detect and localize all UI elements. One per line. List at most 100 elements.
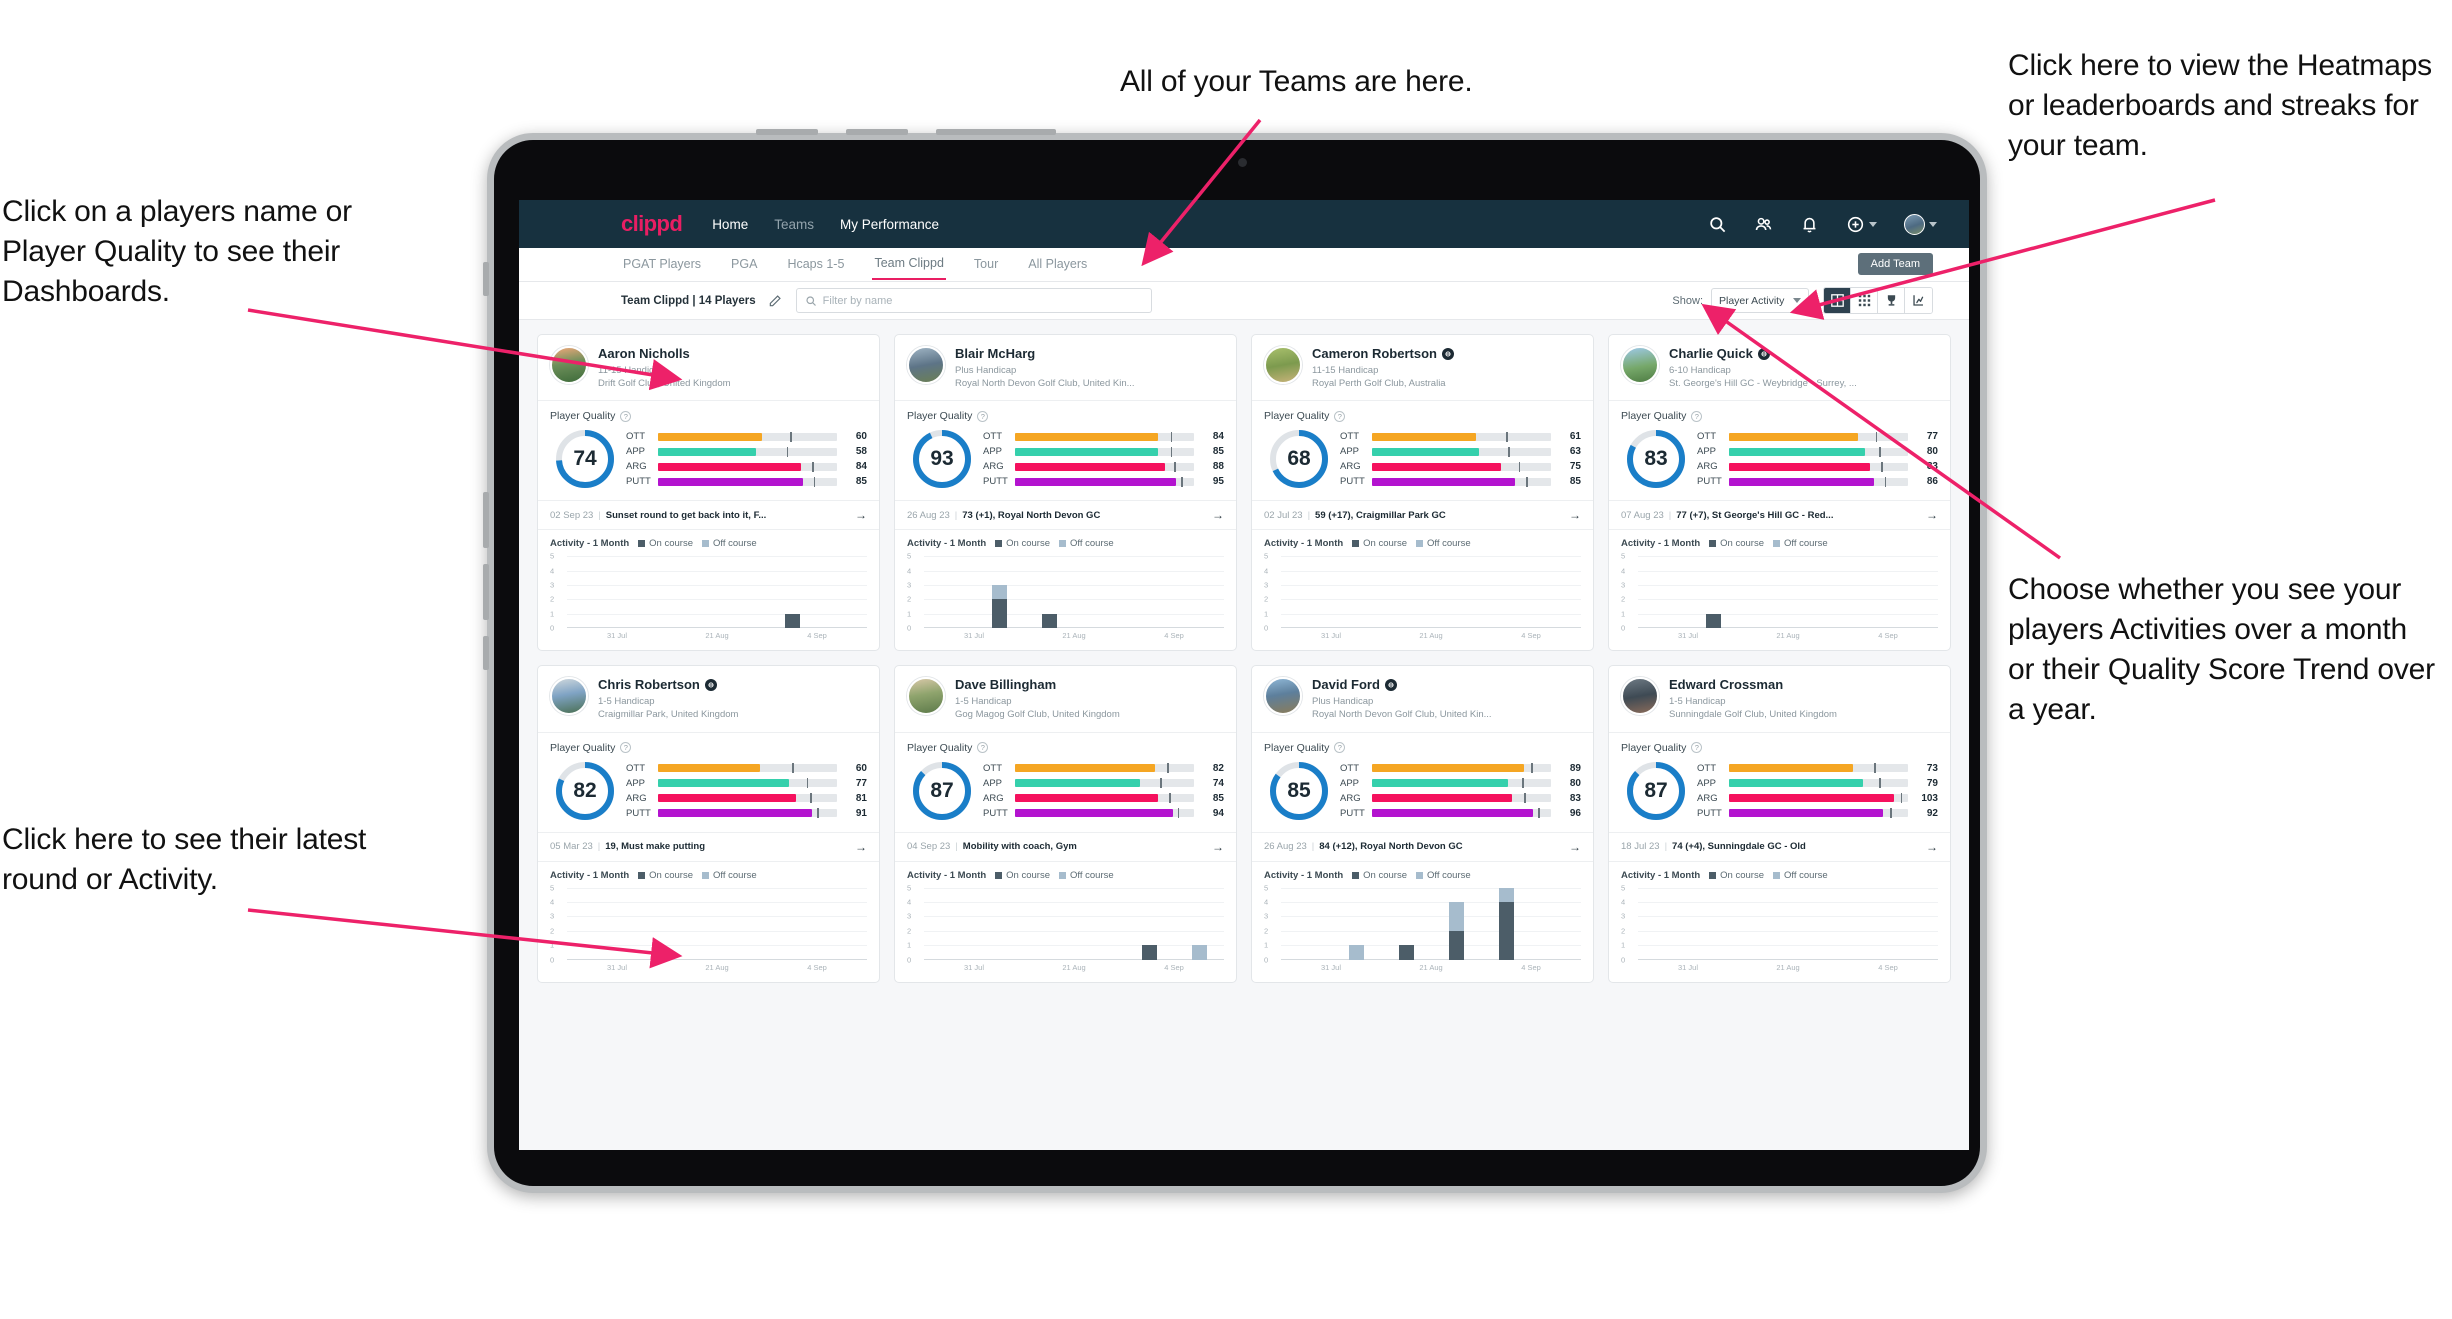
search-input[interactable] (822, 294, 1151, 307)
player-quality-section[interactable]: Player Quality? 87 OTT 82 APP 74 ARG 85 PUTT 94 (895, 733, 1236, 832)
player-card[interactable]: Charlie Quick 6-10 Handicap St. George's H… (1608, 334, 1951, 652)
player-quality-section[interactable]: Player Quality? 68 OTT 61 APP 63 ARG 75 PUTT 85 (1252, 401, 1593, 500)
quality-score-ring[interactable]: 82 (554, 760, 616, 822)
quality-score-ring[interactable]: 83 (1625, 428, 1687, 490)
tab-tour[interactable]: Tour (972, 250, 1000, 279)
clippd-logo[interactable]: clippd (621, 211, 683, 237)
latest-round-row[interactable]: 07 Aug 23 | 77 (+7), St George's Hill GC -… (1609, 500, 1950, 531)
plus-circle-icon[interactable] (1846, 215, 1865, 234)
player-name[interactable]: Dave Billingham (955, 677, 1120, 693)
arrow-right-icon[interactable]: → (1561, 840, 1581, 854)
player-card-header[interactable]: Chris Robertson 1-5 Handicap Craigmillar P… (538, 666, 879, 733)
help-icon[interactable]: ? (620, 742, 632, 754)
player-card[interactable]: Edward Crossman 1-5 Handicap Sunningdale G… (1608, 665, 1951, 983)
legend-swatch-off (1773, 871, 1780, 879)
player-card-header[interactable]: Blair McHarg Plus Handicap Royal North Dev… (895, 335, 1236, 402)
player-card-header[interactable]: Edward Crossman 1-5 Handicap Sunningdale G… (1609, 666, 1950, 733)
tab-pgat-players[interactable]: PGAT Players (621, 250, 703, 279)
arrow-right-icon[interactable]: → (847, 508, 867, 522)
player-card[interactable]: Dave Billingham 1-5 Handicap Gog Magog Gol… (894, 665, 1237, 983)
player-name[interactable]: David Ford (1312, 677, 1492, 693)
grid-view-icon[interactable] (1851, 288, 1878, 313)
help-icon[interactable]: ? (1334, 742, 1346, 754)
tab-all-players[interactable]: All Players (1026, 250, 1089, 279)
search-icon[interactable] (1708, 215, 1727, 234)
nav-link-teams[interactable]: Teams (774, 217, 814, 232)
help-icon[interactable]: ? (620, 410, 632, 422)
search-field[interactable] (795, 288, 1152, 313)
player-card-header[interactable]: Aaron Nicholls 11-15 Handicap Drift Golf C… (538, 335, 879, 402)
latest-round-row[interactable]: 02 Sep 23 | Sunset round to get back into … (538, 500, 879, 531)
latest-round-row[interactable]: 02 Jul 23 | 59 (+17), Craigmillar Park GC → (1252, 500, 1593, 531)
player-name[interactable]: Aaron Nicholls (598, 346, 731, 362)
people-icon[interactable] (1754, 215, 1773, 234)
tab-hcaps-1-5[interactable]: Hcaps 1-5 (785, 250, 846, 279)
arrow-right-icon[interactable]: → (1204, 508, 1224, 522)
help-icon[interactable]: ? (977, 742, 989, 754)
player-card[interactable]: Aaron Nicholls 11-15 Handicap Drift Golf C… (537, 334, 880, 652)
quality-score-ring[interactable]: 93 (911, 428, 973, 490)
verified-badge-icon (1384, 679, 1397, 692)
player-quality-section[interactable]: Player Quality? 83 OTT 77 APP 80 ARG 83 PUTT 86 (1609, 401, 1950, 500)
help-icon[interactable]: ? (1334, 410, 1346, 422)
show-select[interactable]: Player Activity (1711, 288, 1809, 313)
nav-link-my-performance[interactable]: My Performance (840, 217, 939, 232)
account-menu-button[interactable] (1904, 213, 1937, 235)
player-card[interactable]: Chris Robertson 1-5 Handicap Craigmillar P… (537, 665, 880, 983)
tab-team-clippd[interactable]: Team Clippd (872, 249, 946, 280)
latest-round-row[interactable]: 26 Aug 23 | 73 (+1), Royal North Devon GC → (895, 500, 1236, 531)
help-icon[interactable]: ? (1691, 410, 1703, 422)
player-name[interactable]: Edward Crossman (1669, 677, 1837, 693)
quality-score-ring[interactable]: 85 (1268, 760, 1330, 822)
quality-score-ring[interactable]: 68 (1268, 428, 1330, 490)
player-quality-section[interactable]: Player Quality? 82 OTT 60 APP 77 ARG 81 PUTT 91 (538, 733, 879, 832)
arrow-right-icon[interactable]: → (847, 840, 867, 854)
player-name[interactable]: Charlie Quick (1669, 346, 1857, 362)
player-quality-label: Player Quality (1264, 741, 1330, 754)
player-quality-section[interactable]: Player Quality? 87 OTT 73 APP 79 ARG 103 PUTT 92 (1609, 733, 1950, 832)
chart-slot (1331, 556, 1381, 628)
player-card-header[interactable]: Dave Billingham 1-5 Handicap Gog Magog Gol… (895, 666, 1236, 733)
player-name[interactable]: Blair McHarg (955, 346, 1135, 362)
quality-score-ring[interactable]: 74 (554, 428, 616, 490)
player-card[interactable]: Blair McHarg Plus Handicap Royal North Dev… (894, 334, 1237, 652)
latest-round-row[interactable]: 05 Mar 23 | 19, Must make putting → (538, 831, 879, 862)
player-quality-section[interactable]: Player Quality? 74 OTT 60 APP 58 ARG 84 PUTT 85 (538, 401, 879, 500)
player-quality-section[interactable]: Player Quality? 93 OTT 84 APP 85 ARG 88 PUTT 95 (895, 401, 1236, 500)
arrow-right-icon[interactable]: → (1918, 840, 1938, 854)
player-card-header[interactable]: Charlie Quick 6-10 Handicap St. George's H… (1609, 335, 1950, 402)
player-quality-section[interactable]: Player Quality? 85 OTT 89 APP 80 ARG 83 PUTT 96 (1252, 733, 1593, 832)
metric-bar-fill (1015, 462, 1166, 471)
metric-bar-track (1015, 446, 1194, 457)
latest-round-row[interactable]: 04 Sep 23 | Mobility with coach, Gym → (895, 831, 1236, 862)
player-card-header[interactable]: Cameron Robertson 11-15 Handicap Royal Per… (1252, 335, 1593, 402)
player-card[interactable]: Cameron Robertson 11-15 Handicap Royal Per… (1251, 334, 1594, 652)
trophy-icon[interactable] (1878, 288, 1905, 313)
chart-slot (924, 888, 974, 960)
quality-score-ring[interactable]: 87 (1625, 760, 1687, 822)
tab-pga[interactable]: PGA (729, 250, 759, 279)
add-menu-button[interactable] (1846, 215, 1877, 234)
streak-icon[interactable] (1905, 288, 1932, 313)
card-view-icon[interactable] (1824, 288, 1851, 313)
nav-link-home[interactable]: Home (712, 217, 748, 232)
player-name[interactable]: Chris Robertson (598, 677, 738, 693)
quality-score-ring[interactable]: 87 (911, 760, 973, 822)
latest-round-row[interactable]: 18 Jul 23 | 74 (+4), Sunningdale GC - Old → (1609, 831, 1950, 862)
x-axis-tick: 4 Sep (1521, 962, 1541, 972)
metric-value: 85 (1212, 792, 1224, 804)
bell-icon[interactable] (1800, 215, 1819, 234)
camera-icon (1238, 158, 1247, 167)
arrow-right-icon[interactable]: → (1918, 508, 1938, 522)
help-icon[interactable]: ? (1691, 742, 1703, 754)
player-card-header[interactable]: David Ford Plus Handicap Royal North Devon… (1252, 666, 1593, 733)
player-card[interactable]: David Ford Plus Handicap Royal North Devon… (1251, 665, 1594, 983)
arrow-right-icon[interactable]: → (1204, 840, 1224, 854)
latest-round-row[interactable]: 26 Aug 23 | 84 (+12), Royal North Devon GC… (1252, 831, 1593, 862)
add-team-button[interactable]: Add Team (1857, 253, 1933, 275)
arrow-right-icon[interactable]: → (1561, 508, 1581, 522)
edit-pencil-icon[interactable] (768, 294, 782, 308)
player-name[interactable]: Cameron Robertson (1312, 346, 1454, 362)
player-quality-title: Player Quality? (1264, 742, 1581, 754)
help-icon[interactable]: ? (977, 410, 989, 422)
